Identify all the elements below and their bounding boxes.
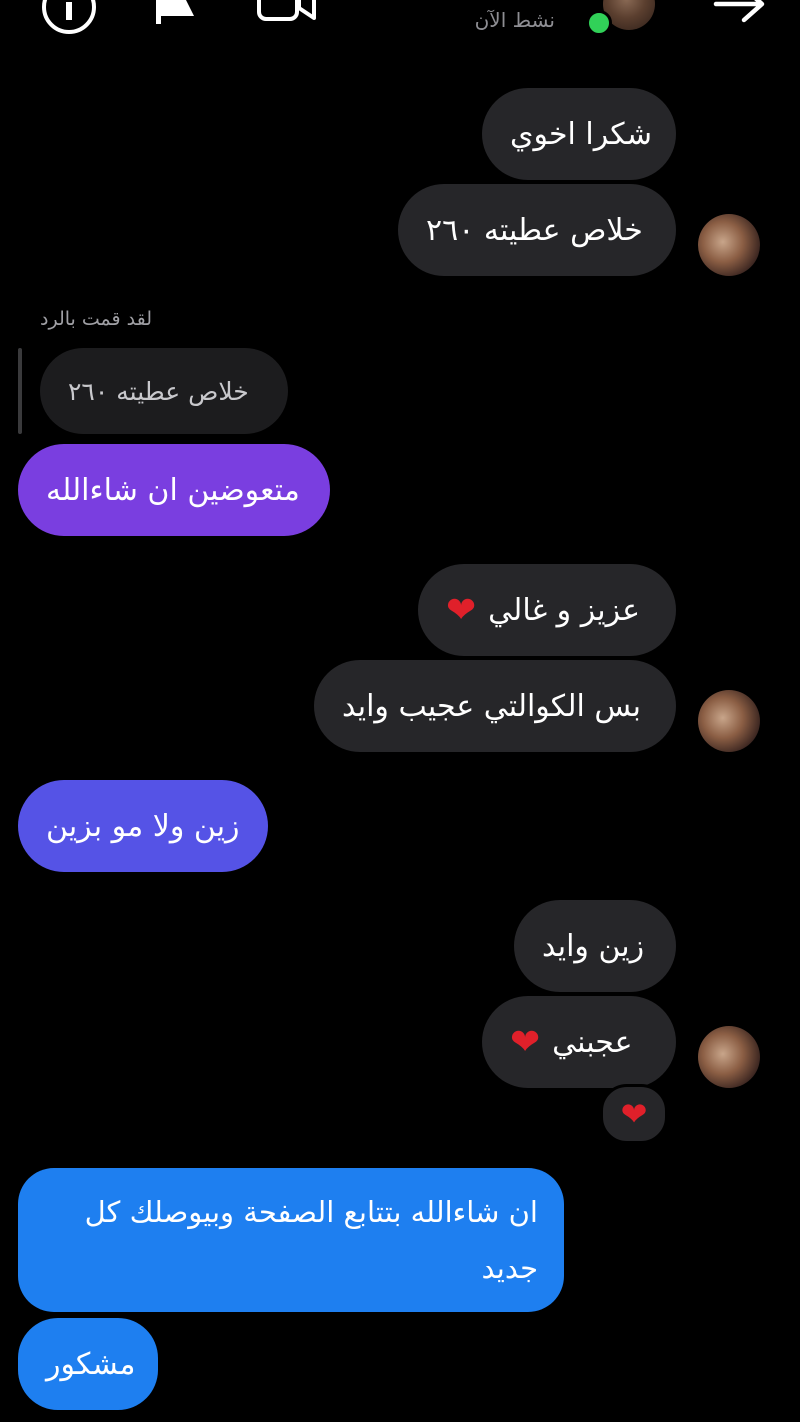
message-text: مشكور — [46, 1346, 136, 1382]
message-incoming[interactable]: عزيز و غالي ❤ — [418, 564, 676, 656]
message-text: بس الكوالتي عجيب وايد — [342, 688, 641, 724]
message-text: خلاص عطيته ٢٦٠ — [426, 212, 643, 248]
quoted-message[interactable]: خلاص عطيته ٢٦٠ — [40, 348, 288, 434]
message-outgoing[interactable]: ان شاءالله بتتابع الصفحة وبيوصلك كل جديد — [18, 1168, 564, 1312]
message-incoming[interactable]: عجبني ❤ — [482, 996, 676, 1088]
message-outgoing[interactable]: مشكور — [18, 1318, 158, 1410]
online-indicator — [586, 10, 612, 36]
sender-avatar[interactable] — [698, 690, 760, 752]
message-text: زين ولا مو بزين — [46, 808, 240, 844]
flag-icon[interactable] — [152, 0, 202, 30]
message-incoming[interactable]: خلاص عطيته ٢٦٠ — [398, 184, 676, 276]
back-arrow-icon[interactable] — [712, 0, 768, 28]
message-incoming[interactable]: زين وايد — [514, 900, 676, 992]
message-incoming[interactable]: شكرا اخوي — [482, 88, 676, 180]
active-status: نشط الآن — [474, 8, 555, 32]
heart-icon: ❤ — [446, 589, 477, 631]
message-text: زين وايد — [542, 928, 645, 964]
sender-avatar[interactable] — [698, 214, 760, 276]
info-icon[interactable] — [40, 0, 98, 40]
message-text: عزيز و غالي — [488, 592, 641, 628]
message-text: شكرا اخوي — [510, 116, 652, 152]
message-outgoing[interactable]: زين ولا مو بزين — [18, 780, 268, 872]
message-text: ان شاءالله بتتابع الصفحة وبيوصلك كل جديد — [84, 1195, 538, 1285]
heart-icon: ❤ — [510, 1021, 541, 1063]
reply-indicator-line — [18, 348, 22, 434]
sender-avatar[interactable] — [698, 1026, 760, 1088]
heart-reaction-icon[interactable]: ❤ — [600, 1084, 668, 1144]
quoted-text: خلاص عطيته ٢٦٠ — [68, 376, 249, 406]
message-text: متعوضين ان شاءالله — [46, 472, 300, 508]
message-outgoing[interactable]: متعوضين ان شاءالله — [18, 444, 330, 536]
message-incoming[interactable]: بس الكوالتي عجيب وايد — [314, 660, 676, 752]
video-icon[interactable] — [256, 0, 318, 30]
message-text: عجبني — [552, 1024, 633, 1060]
reply-label: لقد قمت بالرد — [40, 308, 152, 330]
